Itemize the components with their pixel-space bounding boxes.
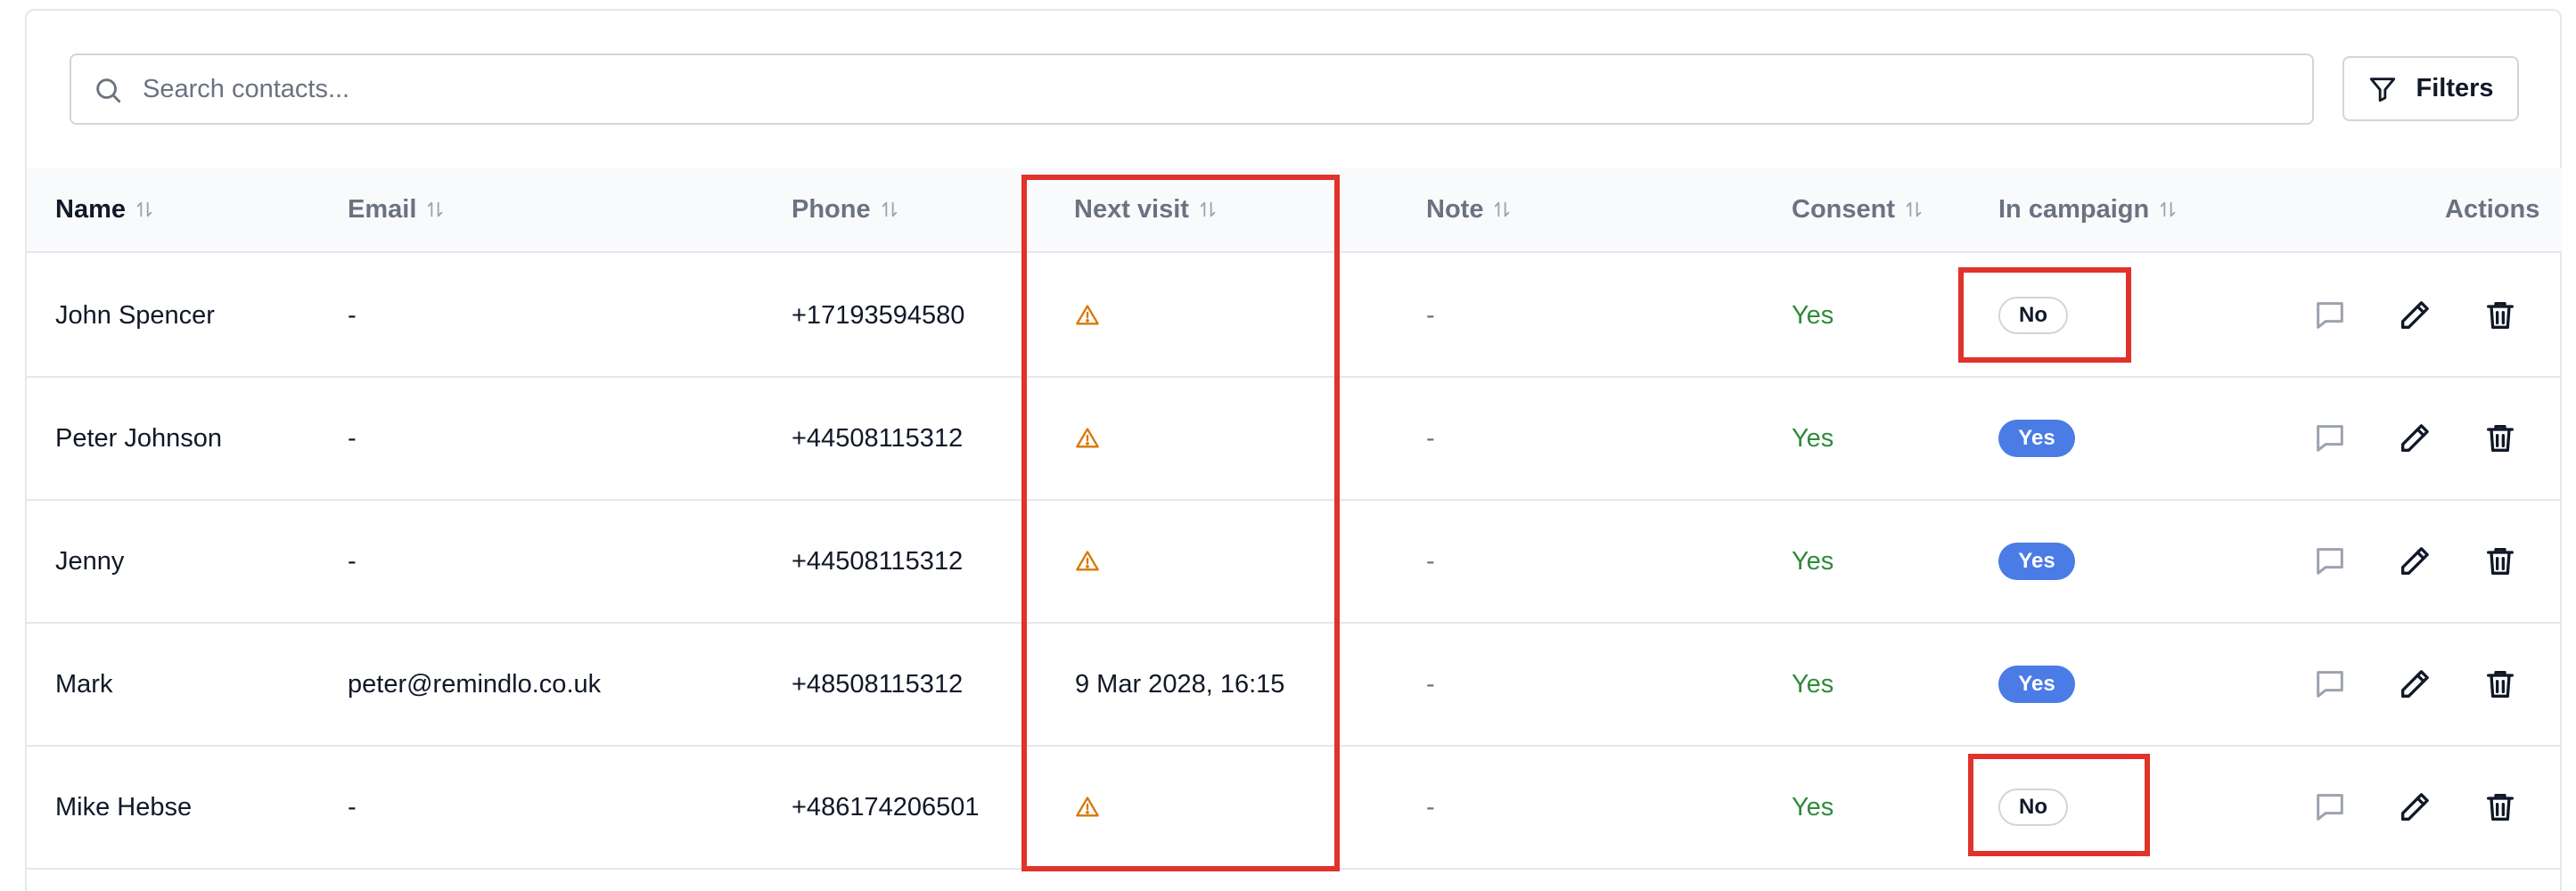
column-label-note: Note (1426, 194, 1484, 224)
contact-email: - (348, 792, 357, 822)
column-header-consent[interactable]: Consent (1792, 168, 1924, 251)
contact-note: - (1426, 300, 1435, 330)
contact-phone: +48508115312 (792, 669, 964, 699)
contact-email: peter@remindlo.co.uk (348, 669, 602, 699)
column-label-email: Email (348, 194, 417, 224)
pencil-icon[interactable] (2397, 789, 2432, 825)
annotation-box-next-visit (1021, 175, 1340, 871)
filters-label: Filters (2416, 74, 2494, 102)
message-icon[interactable] (2312, 666, 2348, 702)
contact-name: Mark (55, 669, 113, 699)
contact-note: - (1426, 792, 1435, 822)
pencil-icon[interactable] (2397, 298, 2432, 333)
campaign-badge[interactable]: Yes (1998, 420, 2075, 457)
message-icon[interactable] (2312, 789, 2348, 825)
search-input[interactable] (143, 55, 2300, 123)
contact-name: Mike Hebse (55, 792, 193, 822)
contact-phone: +44508115312 (792, 546, 964, 576)
contact-email: - (348, 300, 357, 330)
consent-value: Yes (1792, 423, 1834, 453)
column-label-consent: Consent (1792, 194, 1895, 224)
search-icon (96, 78, 121, 103)
contact-note: - (1426, 669, 1435, 699)
consent-value: Yes (1792, 300, 1834, 330)
pencil-icon[interactable] (2397, 544, 2432, 579)
trash-icon[interactable] (2482, 666, 2518, 702)
contact-note: - (1426, 546, 1435, 576)
consent-value: Yes (1792, 792, 1834, 822)
column-label-actions: Actions (2445, 194, 2540, 224)
campaign-badge[interactable]: Yes (1998, 666, 2075, 703)
contact-phone: +486174206501 (792, 792, 980, 822)
trash-icon[interactable] (2482, 544, 2518, 579)
column-header-note[interactable]: Note (1426, 168, 1512, 251)
trash-icon[interactable] (2482, 298, 2518, 333)
sort-icon[interactable] (2158, 200, 2178, 219)
contact-name: Jenny (55, 546, 125, 576)
column-label-name: Name (55, 194, 126, 224)
contact-email: - (348, 423, 357, 453)
column-header-name[interactable]: Name (55, 168, 154, 251)
sort-icon[interactable] (425, 200, 445, 219)
annotation-box-campaign-row-5 (1968, 754, 2150, 856)
sort-icon[interactable] (1904, 200, 1924, 219)
pencil-icon[interactable] (2397, 421, 2432, 456)
contact-email: - (348, 546, 357, 576)
annotation-box-campaign-row-1 (1958, 267, 2131, 363)
message-icon[interactable] (2312, 298, 2348, 333)
message-icon[interactable] (2312, 544, 2348, 579)
consent-value: Yes (1792, 546, 1834, 576)
pencil-icon[interactable] (2397, 666, 2432, 702)
filters-button[interactable]: Filters (2342, 56, 2519, 121)
trash-icon[interactable] (2482, 789, 2518, 825)
campaign-badge-cell: Yes (1998, 501, 2075, 622)
campaign-badge-cell: Yes (1998, 378, 2075, 499)
sort-icon[interactable] (135, 200, 154, 219)
message-icon[interactable] (2312, 421, 2348, 456)
contact-phone: +44508115312 (792, 423, 964, 453)
column-header-actions: Actions (2445, 168, 2539, 251)
column-label-in-campaign: In campaign (1998, 194, 2150, 224)
trash-icon[interactable] (2482, 421, 2518, 456)
campaign-badge[interactable]: Yes (1998, 543, 2075, 580)
column-header-phone[interactable]: Phone (792, 168, 899, 251)
sort-icon[interactable] (1492, 200, 1512, 219)
search-box[interactable] (70, 53, 2314, 125)
sort-icon[interactable] (880, 200, 899, 219)
column-header-in-campaign[interactable]: In campaign (1998, 168, 2178, 251)
contact-name: Peter Johnson (55, 423, 223, 453)
filter-icon (2370, 77, 2396, 102)
column-header-email[interactable]: Email (348, 168, 445, 251)
consent-value: Yes (1792, 669, 1834, 699)
contact-name: John Spencer (55, 300, 215, 330)
campaign-badge-cell: Yes (1998, 624, 2075, 745)
contact-note: - (1426, 423, 1435, 453)
column-label-phone: Phone (792, 194, 871, 224)
contact-phone: +17193594580 (792, 300, 965, 330)
